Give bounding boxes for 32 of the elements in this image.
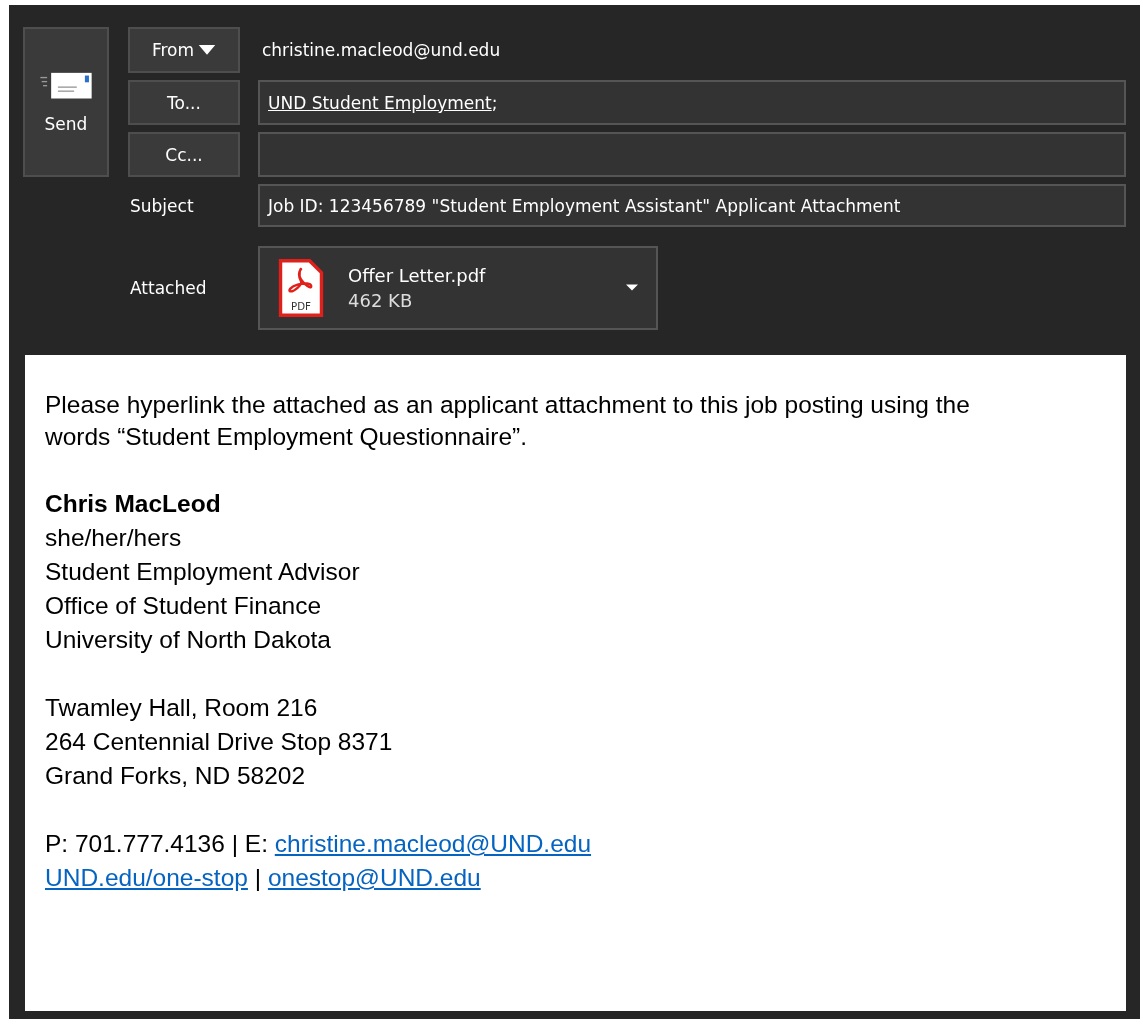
file-name: Offer Letter.pdf [348, 265, 486, 286]
signature-line: Student Employment Advisor [45, 557, 360, 587]
attachment-card[interactable]: PDF Offer Letter.pdf 462 KB [258, 246, 658, 330]
contact-text: | [253, 864, 263, 891]
attached-label: Attached [129, 278, 207, 298]
cc-field[interactable] [258, 132, 1126, 177]
caret-icon [198, 44, 217, 56]
email-link[interactable]: onestop@UND.edu [267, 864, 481, 891]
signature-line: Office of Student Finance [45, 591, 322, 621]
message-text: Please hyperlink the attached as an applicant attachment to this job posting using the words “Student Employment Questionnaire”. [45, 390, 971, 452]
to-field[interactable]: UND Student Employment; [258, 80, 1126, 125]
caret-icon [626, 284, 638, 292]
to-button[interactable]: To... [128, 80, 240, 125]
subject-label: Subject [129, 195, 194, 216]
sender-address: christine.macleod@und.edu [261, 40, 501, 60]
email-link[interactable]: christine.macleod@UND.edu [274, 830, 592, 857]
subject-field[interactable]: Job ID: 123456789 "Student Employment Assistant" Applicant Attachment [258, 184, 1126, 227]
signature-line: University of North Dakota [45, 625, 331, 655]
from-button[interactable]: From [128, 27, 240, 73]
pdf-file-icon: PDF [278, 259, 324, 317]
message-body[interactable] [25, 355, 1126, 1011]
address-line: Grand Forks, ND 58202 [45, 761, 306, 791]
address-line: Twamley Hall, Room 216 [45, 693, 318, 723]
cc-button[interactable]: Cc... [128, 132, 240, 177]
file-size: 462 KB [348, 290, 413, 311]
website-link[interactable]: UND.edu/one-stop [45, 864, 248, 891]
signature-name: Chris MacLeod [45, 489, 221, 519]
send-button[interactable]: Send [23, 27, 109, 177]
address-line: 264 Centennial Drive Stop 8371 [45, 727, 393, 757]
envelope-icon [39, 70, 93, 100]
signature-line: she/her/hers [45, 523, 182, 553]
contact-text: P: 701.777.4136 | E: [45, 830, 269, 857]
